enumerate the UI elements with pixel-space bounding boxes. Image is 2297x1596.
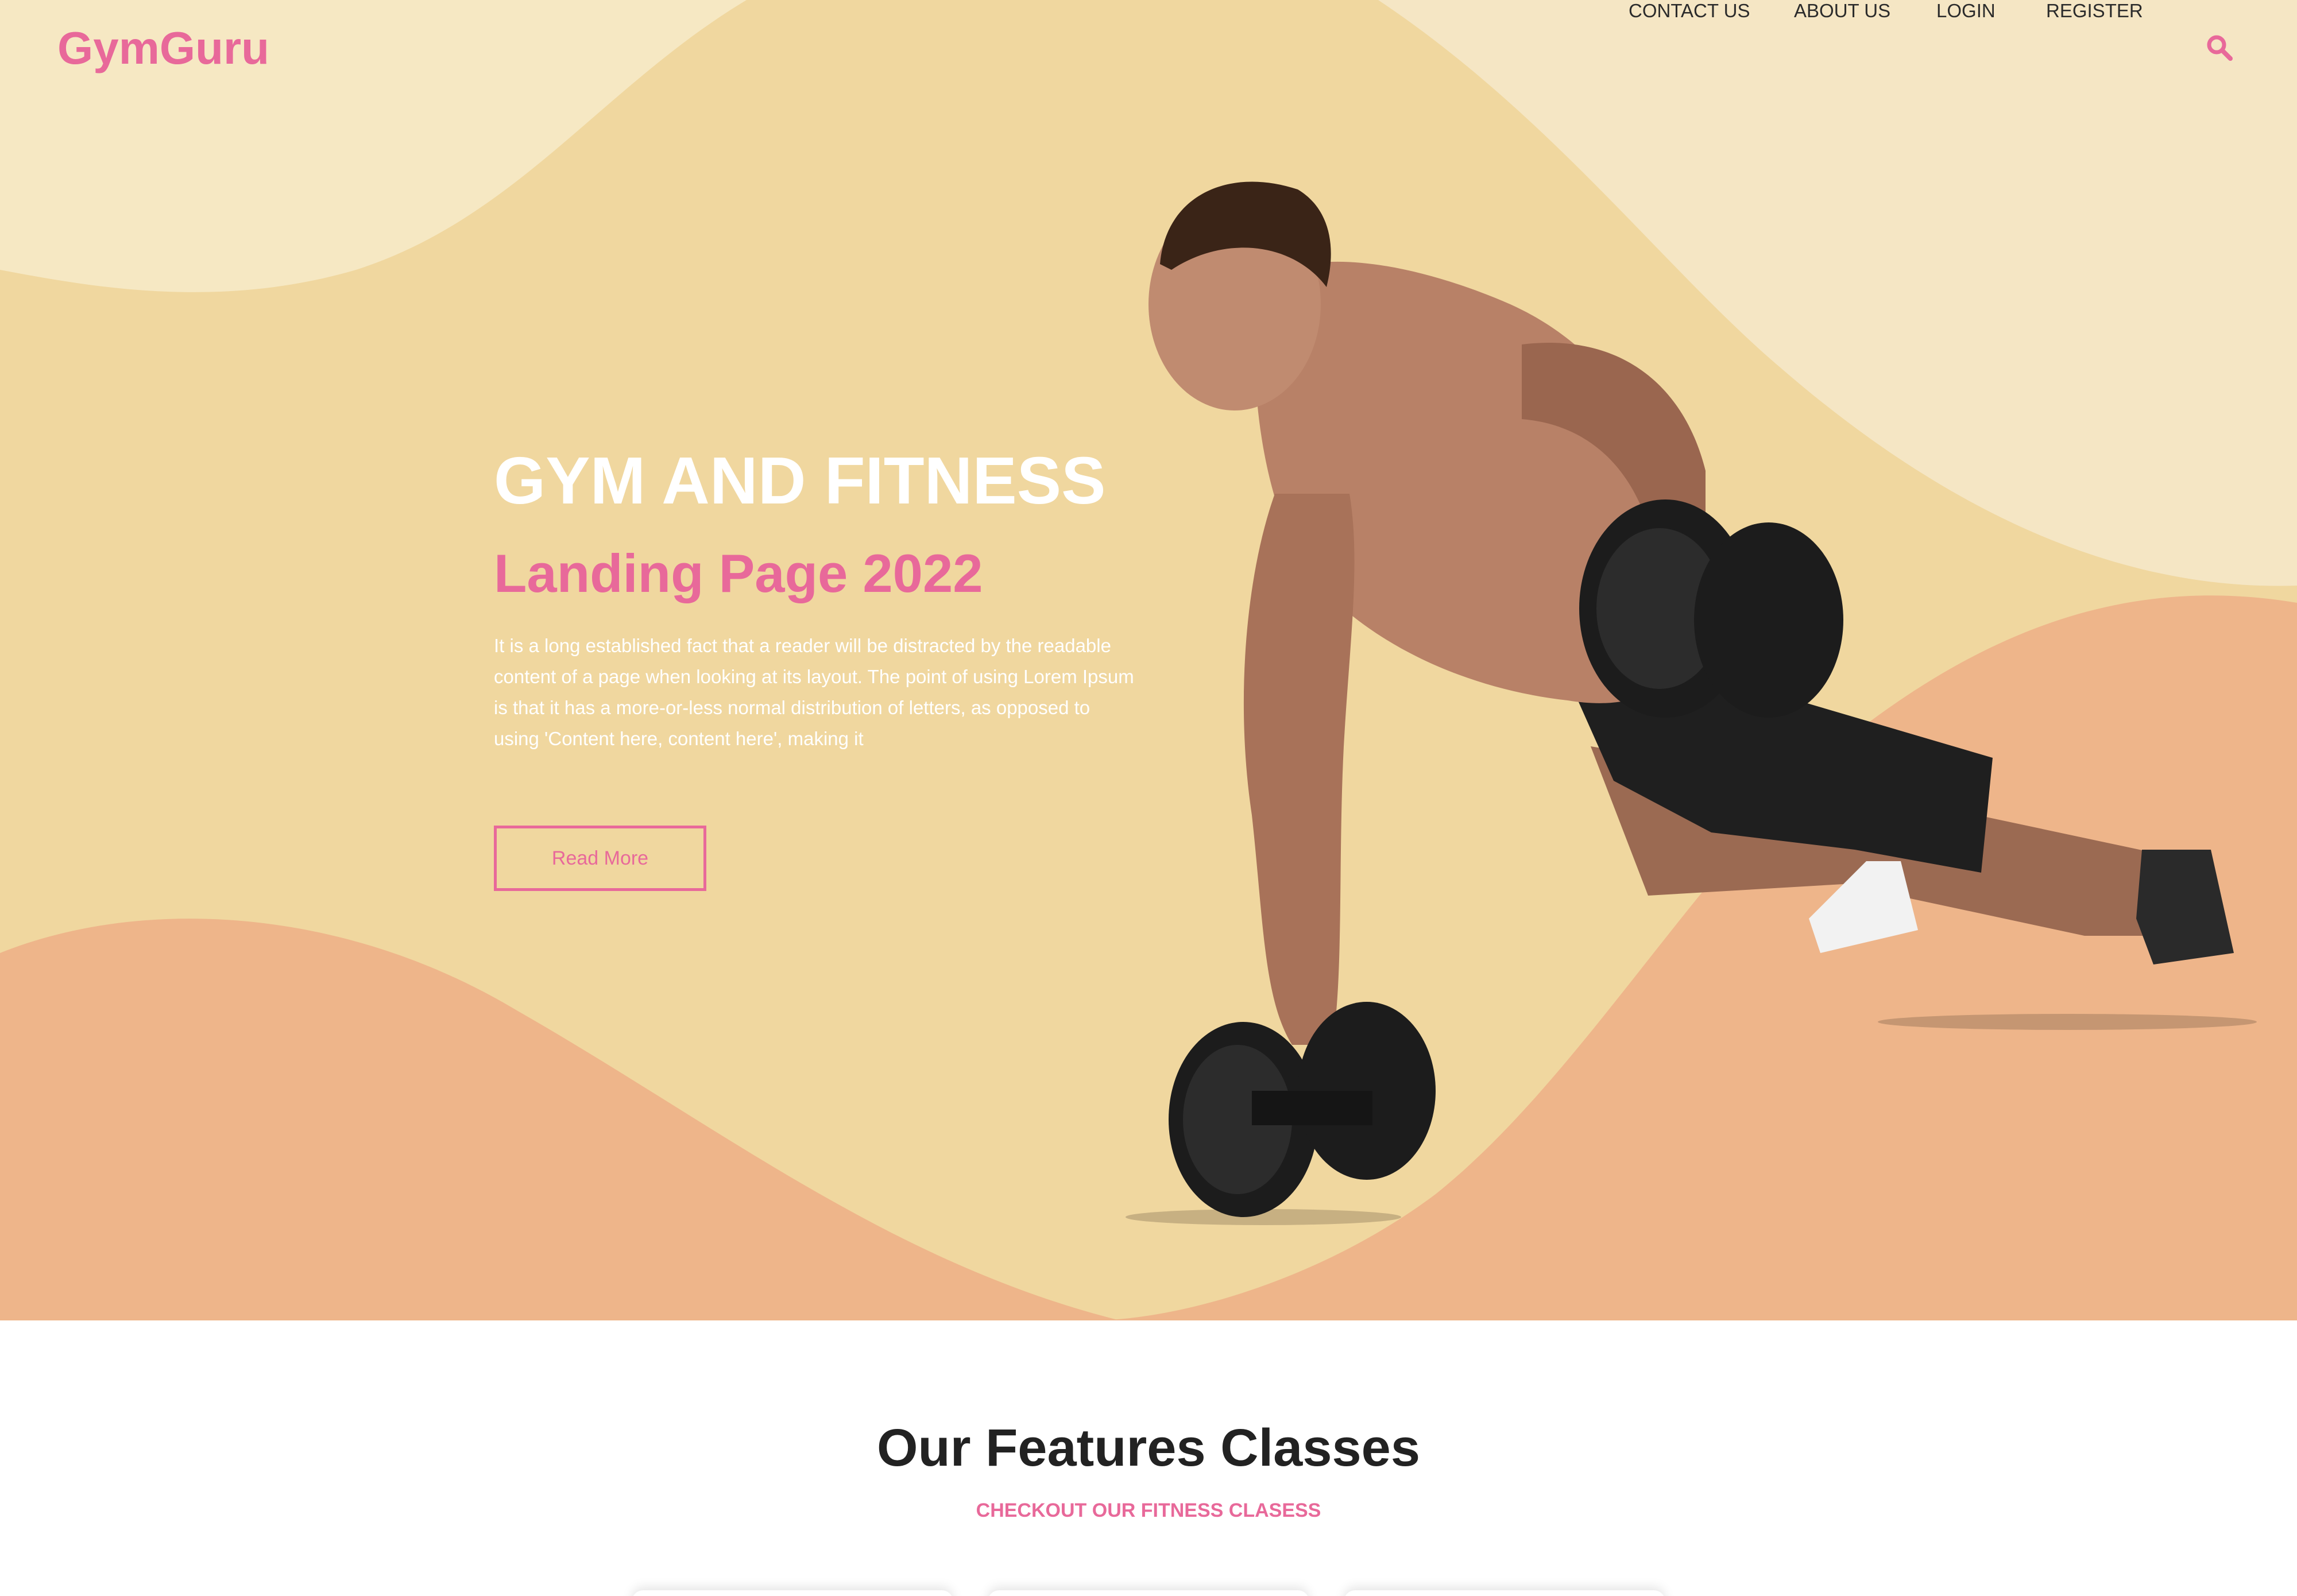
shoe-right xyxy=(2136,850,2234,964)
nav-register[interactable]: REGISTER xyxy=(2046,0,2143,22)
class-card[interactable] xyxy=(988,1590,1309,1596)
athlete-arm-front xyxy=(1243,494,1355,1045)
nav-login[interactable]: LOGIN xyxy=(1936,0,1996,22)
features-section: Our Features Classes CHECKOUT OUR FITNES… xyxy=(0,1320,2297,1596)
brand-logo[interactable]: GymGuru xyxy=(57,22,269,75)
shadow-feet xyxy=(1878,1014,2257,1030)
features-title: Our Features Classes xyxy=(876,1419,1420,1477)
nav-contact-us[interactable]: CONTACT US xyxy=(1629,0,1750,22)
features-subtitle: CHECKOUT OUR FITNESS CLASESS xyxy=(976,1500,1321,1521)
search-icon[interactable] xyxy=(2205,33,2234,62)
top-navigation: GymGuru CONTACT US ABOUT US LOGIN REGIST… xyxy=(0,0,2297,98)
hero-subtitle: Landing Page 2022 xyxy=(494,543,983,603)
dumbbell-back xyxy=(1579,499,1843,718)
nav-about-us[interactable]: ABOUT US xyxy=(1794,0,1890,22)
class-card[interactable] xyxy=(1344,1590,1665,1596)
hero-title: GYM AND FITNESS xyxy=(494,443,1106,518)
read-more-button[interactable]: Read More xyxy=(494,826,706,891)
hero-description: It is a long established fact that a rea… xyxy=(494,635,1134,749)
class-card[interactable] xyxy=(632,1590,953,1596)
athlete-image xyxy=(1126,181,2257,1225)
hero-section: GymGuru CONTACT US ABOUT US LOGIN REGIST… xyxy=(0,0,2297,1320)
